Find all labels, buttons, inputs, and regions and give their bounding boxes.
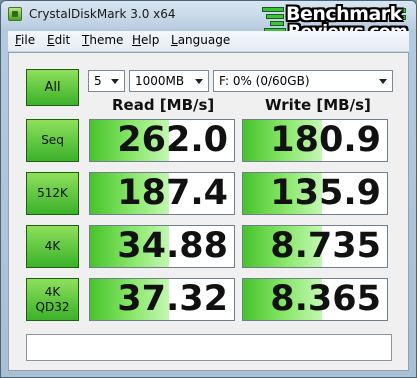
row-button-2[interactable]: 512K <box>26 172 79 215</box>
read-value: 37.32 <box>117 279 228 319</box>
write-value: 180.9 <box>270 120 381 160</box>
read-value: 34.88 <box>117 226 228 266</box>
chevron-down-icon <box>111 79 119 84</box>
window-title: CrystalDiskMark 3.0 x64 <box>29 7 176 21</box>
read-value: 187.4 <box>117 173 228 213</box>
menu-theme[interactable]: Theme <box>82 33 123 47</box>
chevron-down-icon <box>195 79 203 84</box>
read-result-2: 187.4 <box>89 172 235 215</box>
test-count-value: 5 <box>94 74 102 88</box>
drive-value: F: 0% (0/60GB) <box>219 74 310 88</box>
write-result-4: 8.365 <box>242 278 388 321</box>
test-size-value: 1000MB <box>135 74 185 88</box>
write-column-header: Write [MB/s] <box>265 96 371 114</box>
menu-bar: File Edit Theme Help Language <box>8 31 409 52</box>
all-button[interactable]: All <box>26 69 79 106</box>
write-result-1: 180.9 <box>242 119 388 162</box>
row-button-1[interactable]: Seq <box>26 119 79 162</box>
menu-language[interactable]: Language <box>171 33 230 47</box>
read-result-4: 37.32 <box>89 278 235 321</box>
menu-help[interactable]: Help <box>132 33 159 47</box>
write-value: 8.735 <box>270 226 381 266</box>
app-window: CrystalDiskMark 3.0 x64 Benchmark Review… <box>0 0 417 378</box>
menu-file[interactable]: File <box>15 33 35 47</box>
row-button-label: Seq <box>41 133 64 147</box>
read-result-1: 262.0 <box>89 119 235 162</box>
write-value: 8.365 <box>270 279 381 319</box>
row-button-label: 4K QD32 <box>35 284 70 314</box>
read-value: 262.0 <box>117 120 228 160</box>
comment-field[interactable] <box>26 334 392 361</box>
write-result-2: 135.9 <box>242 172 388 215</box>
test-size-select[interactable]: 1000MB <box>129 70 209 92</box>
row-button-4[interactable]: 4K QD32 <box>26 278 79 321</box>
app-icon <box>8 7 22 21</box>
write-result-3: 8.735 <box>242 225 388 268</box>
test-count-select[interactable]: 5 <box>88 70 125 92</box>
row-button-3[interactable]: 4K <box>26 225 79 268</box>
row-button-label: 4K <box>44 239 61 253</box>
read-column-header: Read [MB/s] <box>112 96 215 114</box>
drive-select[interactable]: F: 0% (0/60GB) <box>213 70 393 92</box>
chevron-down-icon <box>379 79 387 84</box>
write-value: 135.9 <box>270 173 381 213</box>
menu-edit[interactable]: Edit <box>47 33 70 47</box>
row-button-label: 512K <box>37 186 68 200</box>
main-panel: All 5 1000MB F: 0% (0/60GB) Read [MB/s] … <box>8 52 409 371</box>
read-result-3: 34.88 <box>89 225 235 268</box>
